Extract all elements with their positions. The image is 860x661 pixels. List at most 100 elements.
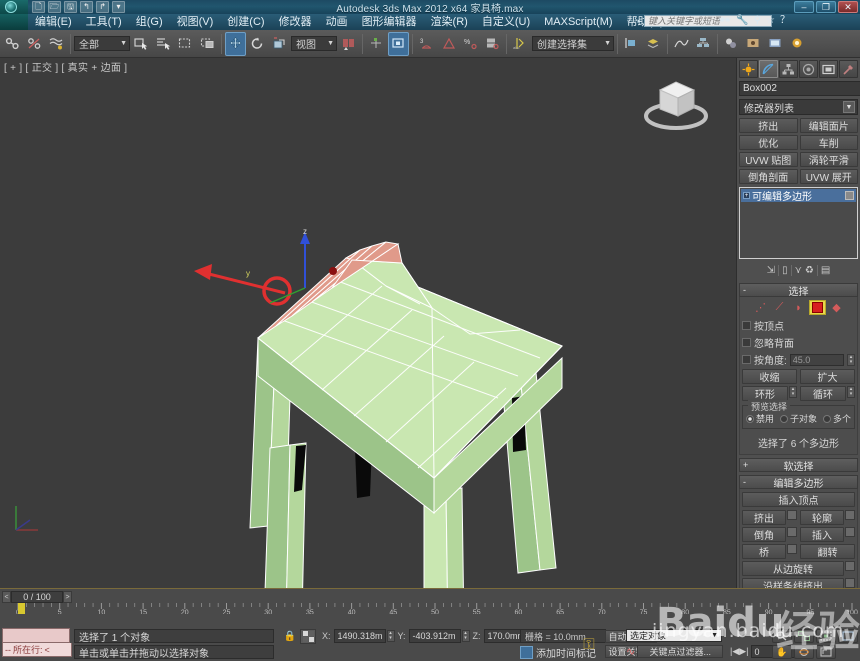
utilities-tab[interactable]: [839, 60, 858, 78]
inset-button[interactable]: 插入: [800, 527, 844, 542]
use-center-icon[interactable]: [366, 32, 387, 56]
render-frame-icon[interactable]: [765, 32, 786, 56]
maximize-viewport-icon[interactable]: [816, 645, 836, 659]
spinner-snap-icon[interactable]: %: [460, 32, 481, 56]
extrude-along-spline-settings-icon[interactable]: [845, 578, 855, 588]
polygon-icon[interactable]: [809, 300, 826, 315]
select-object-icon[interactable]: [131, 32, 152, 56]
maxscript-mini-listener[interactable]: -- 所在行: <: [2, 628, 72, 659]
coord-x[interactable]: X: 1490.318m ▴ ▾: [320, 629, 395, 643]
mirror-icon[interactable]: abc: [510, 32, 531, 56]
menu-item-graph-editors[interactable]: 图形编辑器: [355, 14, 424, 30]
zoom-icon[interactable]: [772, 629, 792, 643]
shrink-button[interactable]: 收缩: [742, 369, 797, 384]
by-vertex-checkbox[interactable]: [742, 321, 751, 330]
grow-button[interactable]: 扩大: [800, 369, 855, 384]
rect-select-icon[interactable]: [175, 32, 196, 56]
preview-option-disable[interactable]: 禁用: [746, 412, 774, 425]
show-end-result-icon[interactable]: ▯: [782, 265, 788, 276]
telescope-icon[interactable]: ⚲: [754, 16, 761, 26]
select-move-icon[interactable]: [225, 31, 246, 56]
make-unique-icon[interactable]: ⋎: [795, 265, 802, 276]
insert-vertex-button[interactable]: 插入顶点: [742, 492, 855, 507]
ring-spinner[interactable]: ▴ ▾: [789, 386, 797, 398]
viewcube-widget[interactable]: [638, 64, 714, 140]
coord-x-spinner[interactable]: ▴ ▾: [386, 630, 395, 642]
menu-item-edit[interactable]: 编辑(E): [28, 14, 79, 30]
key-icon[interactable]: ⚿: [576, 629, 602, 659]
loop-button[interactable]: 循环: [800, 386, 846, 401]
key-step-icon[interactable]: |◀▶|: [730, 646, 749, 657]
ring-button[interactable]: 环形: [742, 386, 788, 401]
by-vertex-row[interactable]: 按顶点: [742, 318, 855, 333]
star-icon[interactable]: ☆: [766, 16, 775, 26]
configure-sets-icon[interactable]: ▤: [821, 265, 830, 276]
vertex-icon[interactable]: ⋰: [752, 300, 769, 315]
time-tag-icon[interactable]: [520, 646, 533, 659]
named-selection-set-dropdown[interactable]: 创建选择集 ▼: [532, 36, 614, 51]
border-icon[interactable]: ◗: [790, 300, 807, 315]
zoom-extents-icon[interactable]: [816, 629, 836, 643]
snap-toggle-icon[interactable]: [388, 31, 409, 56]
search-expand-icon[interactable]: ▸: [637, 17, 641, 25]
preview-option-multi[interactable]: 多个: [822, 412, 851, 425]
bind-spacewarp-icon[interactable]: [46, 32, 67, 56]
modifier-lathe[interactable]: 车削: [799, 135, 858, 150]
selection-lock-icon[interactable]: [300, 629, 316, 644]
pin-stack-icon[interactable]: ⇲: [767, 265, 775, 276]
edge-icon[interactable]: ⟋: [771, 300, 788, 315]
prev-frame-button[interactable]: <: [2, 591, 11, 603]
unlink-icon[interactable]: [24, 32, 45, 56]
material-editor-icon[interactable]: [721, 32, 742, 56]
by-angle-checkbox[interactable]: [742, 355, 751, 364]
modifier-unwrap-uvw[interactable]: UVW 展开: [799, 169, 858, 184]
ignore-backfacing-row[interactable]: 忽略背面: [742, 335, 855, 350]
inset-settings-icon[interactable]: [845, 527, 855, 537]
schematic-view-icon[interactable]: [693, 32, 714, 56]
extrude-along-spline-button[interactable]: 沿样条线挤出: [742, 578, 844, 588]
menu-item-modifiers[interactable]: 修改器: [272, 14, 319, 30]
maxscript-output-area[interactable]: [2, 628, 70, 643]
timeline-bar[interactable]: < 0 / 100 > 0510152025303540455055606570…: [0, 588, 860, 615]
modifier-extrude[interactable]: 挤出: [739, 118, 798, 133]
select-rotate-icon[interactable]: [247, 32, 268, 56]
hinge-from-edge-settings-icon[interactable]: [845, 561, 855, 571]
layer-manager-icon[interactable]: [643, 32, 664, 56]
next-frame-button[interactable]: >: [63, 591, 72, 603]
extrude-settings-icon[interactable]: [787, 510, 797, 520]
lock-icon[interactable]: 🔒: [282, 629, 298, 644]
menu-item-group[interactable]: 组(G): [129, 14, 170, 30]
maximize-button[interactable]: ❐: [816, 1, 836, 13]
bevel-settings-icon[interactable]: [787, 527, 797, 537]
coord-x-field[interactable]: 1490.318m: [333, 629, 386, 643]
bridge-button[interactable]: 桥: [742, 544, 786, 559]
window-crossing-icon[interactable]: [197, 32, 218, 56]
remove-modifier-icon[interactable]: ♻: [805, 265, 814, 276]
undo-scene-icon[interactable]: [2, 32, 23, 56]
loop-spinner[interactable]: ▴ ▾: [847, 386, 855, 398]
by-angle-field[interactable]: 45.0: [789, 353, 844, 366]
modifier-stack[interactable]: + 可编辑多边形: [739, 187, 858, 259]
curve-icon[interactable]: ∿: [626, 645, 635, 658]
align-icon[interactable]: [621, 32, 642, 56]
create-tab[interactable]: [739, 60, 758, 78]
render-production-icon[interactable]: [787, 32, 808, 56]
modify-tab[interactable]: [759, 60, 778, 78]
selection-filter-dropdown[interactable]: 全部 ▼: [74, 36, 130, 51]
orbit-icon[interactable]: [794, 645, 814, 659]
flip-button[interactable]: 翻转: [800, 544, 855, 559]
menu-item-customize[interactable]: 自定义(U): [475, 14, 537, 30]
viewport[interactable]: [ + ] [ 正交 ] [ 真实 + 边面 ] .face { fill:#c…: [0, 58, 736, 588]
modifier-stack-item-editable-poly[interactable]: + 可编辑多边形: [741, 189, 856, 203]
select-by-name-icon[interactable]: [153, 32, 174, 56]
modifier-bevel-profile[interactable]: 倒角剖面: [739, 169, 798, 184]
binoculars-icon[interactable]: 🕶: [719, 16, 732, 26]
extrude-button[interactable]: 挤出: [742, 510, 786, 525]
object-name-field[interactable]: [739, 81, 860, 96]
coord-y-spinner[interactable]: ▴ ▾: [461, 630, 470, 642]
preview-option-subobject[interactable]: 子对象: [779, 412, 817, 425]
modifier-turbosmooth[interactable]: 涡轮平滑: [799, 152, 858, 167]
render-setup-icon[interactable]: [743, 32, 764, 56]
close-button[interactable]: ✕: [838, 1, 858, 13]
rollout-selection-header[interactable]: - 选择: [739, 283, 858, 298]
